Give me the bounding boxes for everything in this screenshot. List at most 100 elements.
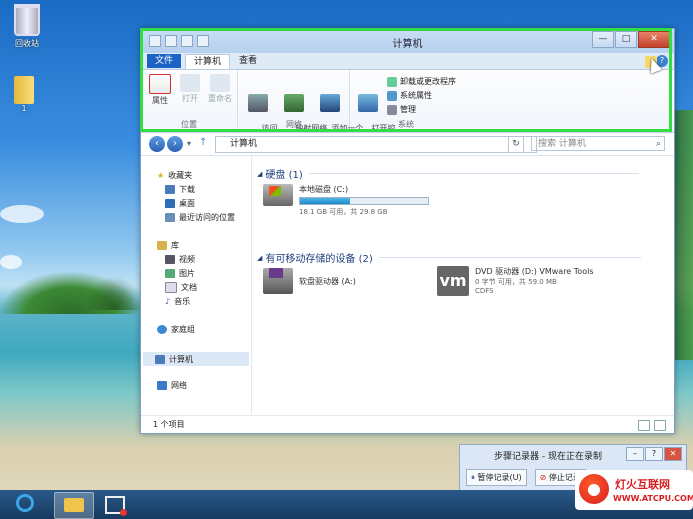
up-button[interactable]: ↑ [199,137,207,148]
recycle-bin-icon[interactable]: 回收站 [8,4,46,49]
nav-downloads[interactable]: 下载 [165,184,195,195]
back-button[interactable]: ‹ [149,136,165,152]
ribbon-highlight-box [140,28,672,132]
hard-drive-icon [263,184,293,206]
status-bar: 1 个项目 [141,415,674,433]
stop-icon: ⊘ [539,473,547,482]
nav-label: 桌面 [179,199,195,208]
psr-minimize-button[interactable]: – [626,447,644,461]
recycle-bin-label: 回收站 [15,39,39,48]
nav-pictures[interactable]: 图片 [165,268,195,279]
pause-label: 暂停记录(U) [477,473,522,482]
nav-music[interactable]: ♪ 音乐 [165,296,190,307]
view-switcher [638,420,666,431]
nav-favorites[interactable]: ★ 收藏夹 [157,170,192,181]
pause-record-button[interactable]: ⏸ 暂停记录(U) [466,469,527,486]
ie-icon [16,494,34,512]
drive-name: 软盘驱动器 (A:) [299,277,356,286]
drive-free-space: 18.1 GB 可用，共 29.8 GB [299,208,388,216]
forward-button[interactable]: › [167,136,183,152]
site-watermark: 灯火互联网 WWW.ATCPU.COM [575,470,693,510]
recycle-bin-graphic [14,4,40,36]
nav-libraries[interactable]: 库 [157,240,179,251]
nav-label: 图片 [179,269,195,278]
disk-usage-bar [299,197,429,205]
details-view-icon[interactable] [638,420,650,431]
removable-devices-header[interactable]: ◢ 有可移动存储的设备 (2) [257,250,641,266]
computer-icon [155,354,165,364]
recent-places-icon [165,213,175,222]
psr-help-button[interactable]: ? [645,447,663,461]
psr-actions: ⏸ 暂停记录(U) ⊘ 停止记录 [466,469,586,486]
collapse-icon[interactable]: ◢ [257,254,262,262]
pause-icon: ⏸ [471,473,475,482]
music-icon: ♪ [165,297,171,306]
watermark-title: 灯火互联网 [615,478,670,491]
watermark-url: WWW.ATCPU.COM [613,494,693,503]
refresh-button[interactable]: ↻ [508,136,524,153]
collapse-icon[interactable]: ◢ [257,170,262,178]
homegroup-icon [157,325,167,334]
nav-videos[interactable]: 视频 [165,254,195,265]
documents-icon [165,282,177,293]
address-bar-row: ‹ › ▾ ↑ 计算机 ↻ 搜索 计算机 ⌕ [141,133,674,156]
drive-free-space: 0 字节 可用，共 59.0 MB [475,278,557,286]
psr-close-button[interactable]: ✕ [664,447,682,461]
desktop-folder-label: 1 [21,104,27,113]
nav-label: 视频 [179,255,195,264]
nav-label: 下载 [179,185,195,194]
floppy-drive-icon [263,268,293,294]
local-disk-c[interactable]: 本地磁盘 (C:) 18.1 GB 可用，共 29.8 GB [263,184,429,217]
desktop-folder-icon[interactable]: 1 [10,76,38,113]
nav-label: 计算机 [169,354,193,364]
address-input[interactable]: 计算机 [215,136,537,153]
network-icon [157,381,167,390]
search-icon[interactable]: ⌕ [656,137,661,152]
psr-window-controls: – ? ✕ [626,447,682,461]
hard-disks-header[interactable]: ◢ 硬盘 (1) [257,166,639,182]
floppy-drive-a[interactable]: 软盘驱动器 (A:) [263,268,356,294]
folder-icon [64,498,84,512]
drive-filesystem: CDFS [475,287,494,295]
drive-name: DVD 驱动器 (D:) VMware Tools [475,267,594,276]
nav-label: 家庭组 [171,325,195,334]
nav-homegroup[interactable]: 家庭组 [157,324,195,335]
recent-dropdown-icon[interactable]: ▾ [187,139,191,148]
star-icon: ★ [157,171,165,180]
section-title: 硬盘 (1) [265,170,303,181]
large-icons-view-icon[interactable] [654,420,666,431]
taskbar-explorer-button[interactable] [54,492,94,519]
nav-label: 音乐 [174,297,191,306]
windows-logo-icon [269,186,281,196]
search-input[interactable]: 搜索 计算机 ⌕ [531,136,665,151]
cloud [0,255,22,269]
nav-label: 库 [171,241,179,250]
video-icon [165,255,175,264]
nav-computer[interactable]: 计算机 [143,352,249,366]
downloads-icon [165,185,175,194]
item-count: 1 个项目 [153,420,185,429]
floppy-disk-icon [269,268,283,278]
watermark-logo-icon [579,474,609,504]
nav-desktop[interactable]: 桌面 [165,198,195,209]
library-icon [157,241,167,250]
nav-label: 网络 [171,381,187,390]
drive-name: 本地磁盘 (C:) [299,185,349,194]
navigation-pane: ★ 收藏夹 下载 桌面 最近访问的位置 库 视频 图片 文档 ♪ 音乐 家庭组 … [141,156,252,414]
psr-title: 步骤记录器 - 现在正在录制 [494,452,602,462]
desktop-icon [165,199,175,208]
nav-label: 文档 [181,283,197,292]
island [84,276,144,310]
taskbar-ie-button[interactable] [6,492,44,517]
path-segment[interactable]: 计算机 [230,139,257,149]
steps-recorder-icon [105,496,127,516]
taskbar-psr-button[interactable] [96,492,134,517]
folder-graphic [14,76,34,104]
cloud [0,205,44,223]
nav-recent[interactable]: 最近访问的位置 [165,212,235,223]
dvd-drive-d[interactable]: vm DVD 驱动器 (D:) VMware Tools 0 字节 可用，共 5… [437,266,593,296]
search-placeholder: 搜索 计算机 [538,139,586,149]
pictures-icon [165,269,175,278]
nav-documents[interactable]: 文档 [165,282,197,293]
nav-network[interactable]: 网络 [157,380,187,391]
